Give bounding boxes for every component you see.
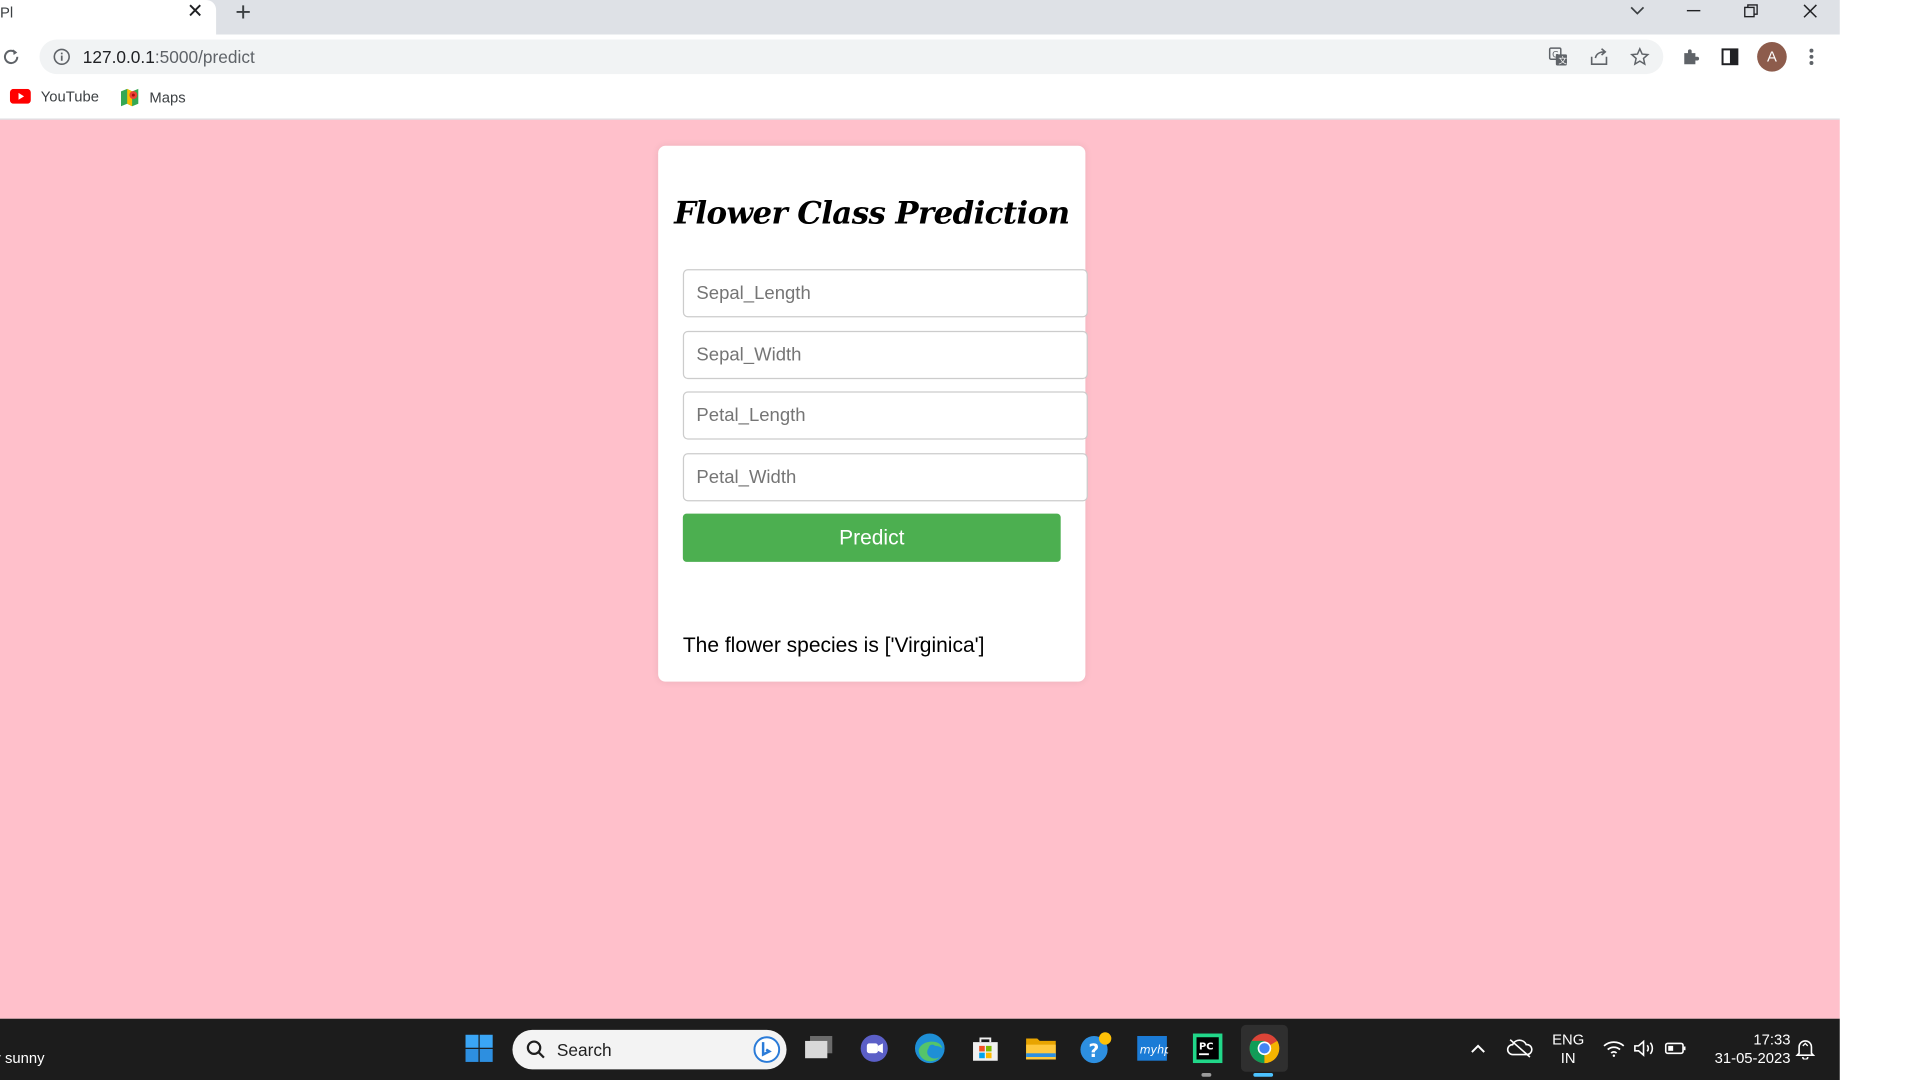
restore-icon[interactable]: [1736, 0, 1766, 22]
share-icon[interactable]: [1588, 46, 1610, 68]
search-label: Search: [556, 1039, 612, 1060]
site-info-icon[interactable]: [51, 46, 73, 68]
edge-icon[interactable]: [910, 1029, 950, 1069]
profile-avatar[interactable]: A: [1757, 41, 1787, 72]
chrome-icon[interactable]: [1240, 1024, 1288, 1072]
bing-icon[interactable]: [753, 1036, 781, 1063]
tab-strip: Pl ✕ +: [0, 0, 1840, 35]
page-background: Flower Class Prediction Predict The flow…: [0, 119, 1840, 1019]
myhp-icon[interactable]: myhp: [1132, 1029, 1172, 1069]
weather-widget[interactable]: ly sunny: [0, 1050, 44, 1067]
prediction-result: The flower species is ['Virginica']: [682, 633, 985, 657]
youtube-icon: [9, 88, 31, 104]
page-title: Flower Class Prediction: [674, 195, 1070, 231]
task-view-icon[interactable]: [799, 1029, 839, 1069]
wifi-icon[interactable]: [1599, 1029, 1629, 1069]
address-bar[interactable]: 127.0.0.1:5000/predict G文: [39, 39, 1664, 75]
sepal-width-input[interactable]: [682, 330, 1088, 380]
tab-title: Pl: [0, 3, 14, 21]
minimize-icon[interactable]: [1679, 0, 1709, 22]
bookmark-label: Maps: [149, 88, 186, 107]
maps-icon: [121, 88, 139, 107]
volume-icon[interactable]: [1630, 1029, 1660, 1069]
bookmark-star-icon[interactable]: [1629, 46, 1651, 68]
pycharm-icon[interactable]: PC: [1188, 1029, 1228, 1069]
tab-close-icon[interactable]: ✕: [184, 0, 206, 25]
notifications-icon[interactable]: [1790, 1029, 1820, 1069]
browser-menu-icon[interactable]: [1800, 46, 1822, 68]
bookmark-label: YouTube: [40, 87, 99, 105]
extensions-icon[interactable]: [1679, 46, 1701, 68]
region-code: IN: [1560, 1049, 1576, 1067]
taskbar-search[interactable]: Search: [512, 1029, 787, 1070]
onedrive-offline-icon[interactable]: [1502, 1029, 1539, 1069]
clock[interactable]: 17:33 31-05-2023: [1702, 1031, 1791, 1068]
file-explorer-icon[interactable]: [1021, 1029, 1061, 1069]
running-indicator: [1201, 1073, 1212, 1077]
taskbar: ly sunny Search ? myhp: [0, 1018, 1840, 1080]
browser-toolbar: 127.0.0.1:5000/predict G文 A: [0, 34, 1840, 80]
url-text[interactable]: 127.0.0.1:5000/predict: [83, 47, 255, 67]
tab-search-chevron-icon[interactable]: [1623, 0, 1653, 22]
battery-icon[interactable]: [1661, 1029, 1691, 1069]
translate-icon[interactable]: G文: [1547, 46, 1569, 68]
reload-icon[interactable]: [0, 46, 22, 68]
language-code: ENG: [1552, 1031, 1585, 1049]
clock-date: 31-05-2023: [1714, 1049, 1791, 1067]
svg-text:文: 文: [1558, 55, 1567, 67]
petal-length-input[interactable]: [682, 391, 1088, 440]
store-icon[interactable]: [966, 1029, 1006, 1069]
search-icon: [526, 1040, 545, 1059]
teams-chat-icon[interactable]: [854, 1029, 894, 1069]
side-panel-icon[interactable]: [1719, 46, 1741, 68]
bookmark-maps[interactable]: Maps: [120, 88, 186, 108]
new-tab-icon[interactable]: +: [230, 0, 257, 27]
svg-text:PC: PC: [1199, 1042, 1213, 1053]
svg-text:myhp: myhp: [1140, 1043, 1168, 1056]
svg-text:?: ?: [1088, 1041, 1099, 1062]
bookmark-youtube[interactable]: YouTube: [9, 87, 99, 105]
url-host: 127.0.0.1: [82, 46, 155, 67]
bookmarks-bar: YouTube Maps: [0, 79, 1840, 120]
prediction-card: Flower Class Prediction Predict The flow…: [658, 145, 1088, 682]
close-window-icon[interactable]: [1795, 0, 1825, 22]
url-path: :5000/predict: [154, 46, 255, 67]
show-hidden-icons-chevron-icon[interactable]: [1460, 1029, 1497, 1069]
active-indicator: [1253, 1073, 1274, 1077]
clock-time: 17:33: [1753, 1031, 1791, 1049]
predict-button[interactable]: Predict: [682, 513, 1061, 562]
browser-tab[interactable]: Pl ✕: [0, 0, 217, 35]
sepal-length-input[interactable]: [682, 269, 1088, 318]
input-language[interactable]: ENG IN: [1548, 1031, 1588, 1068]
help-icon[interactable]: ?: [1077, 1029, 1117, 1069]
petal-width-input[interactable]: [682, 453, 1088, 502]
windows-start-icon[interactable]: [459, 1029, 499, 1069]
